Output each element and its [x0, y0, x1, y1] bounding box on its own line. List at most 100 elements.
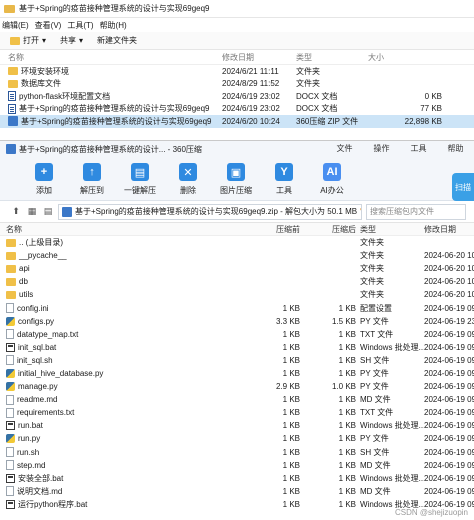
add-icon: + — [35, 163, 53, 181]
entry-name-text: __pycache__ — [19, 251, 67, 261]
archive-row[interactable]: .. (上级目录) 文件夹 — [0, 236, 474, 249]
entry-type: PY 文件 — [360, 434, 389, 444]
archive-row[interactable]: utils 文件夹 2024-06-20 10:24 — [0, 288, 474, 301]
archive-row[interactable]: config.ini 1 KB 1 KB 配置设置 2024-06-19 09:35 — [0, 301, 474, 314]
entry-name: init_sql.bat — [6, 342, 248, 352]
file-icon — [6, 303, 14, 314]
open-button[interactable]: 打开 ▾ — [10, 35, 46, 46]
ai-office-button[interactable]: AI AI办公 — [308, 157, 356, 196]
entry-name: step.md — [6, 460, 248, 471]
share-button[interactable]: 共享 ▾ — [60, 35, 83, 46]
bat-icon — [6, 473, 15, 483]
column-size[interactable]: 大小 — [368, 52, 448, 63]
entry-name: .. (上级目录) — [6, 237, 248, 248]
zip-app-icon — [6, 144, 16, 154]
one-click-extract-button[interactable]: ▤ 一键解压 — [116, 157, 164, 196]
column-name[interactable]: 名称 — [8, 52, 222, 63]
entry-name: initial_hive_database.py — [6, 368, 248, 378]
entry-name: configs.py — [6, 316, 248, 326]
tools-button[interactable]: Y 工具 — [260, 157, 308, 196]
view-list-icon[interactable]: ▤ — [42, 206, 54, 218]
explorer-row[interactable]: python-flask环境配置文档 2024/6/19 23:02 DOCX 文档… — [0, 90, 474, 103]
archive-row[interactable]: run.bat 1 KB 1 KB Windows 批处理... 2024-06-19 … — [0, 419, 474, 432]
entry-size-before: 1 KB — [282, 421, 300, 431]
archive-path-field[interactable]: 基于+Spring的疫苗接种管理系统的设计与实现69geq9.zip - 解包大… — [58, 203, 362, 220]
entry-type: 文件夹 — [360, 251, 384, 261]
entry-size-after: 1 KB — [338, 395, 356, 405]
column-size-after[interactable]: 压缩后 — [304, 224, 360, 235]
archive-row[interactable]: step.md 1 KB 1 KB MD 文件 2024-06-19 09:35 — [0, 459, 474, 472]
archive-row[interactable]: run.sh 1 KB 1 KB SH 文件 2024-06-19 09:35 — [0, 446, 474, 459]
entry-name: db — [6, 277, 248, 286]
entry-date: 2024-06-19 09:35 — [424, 473, 474, 483]
column-modified[interactable]: 修改日期 — [222, 52, 296, 63]
column-name[interactable]: 名称 — [6, 224, 248, 235]
folder-icon — [6, 251, 16, 260]
archive-row[interactable]: requirements.txt 1 KB 1 KB TXT 文件 2024-06-19… — [0, 406, 474, 419]
archive-row[interactable]: 安装全部.bat 1 KB 1 KB Windows 批处理... 2024-06-19… — [0, 472, 474, 485]
entry-name: api — [6, 264, 248, 273]
archive-row[interactable]: api 文件夹 2024-06-20 10:24 — [0, 262, 474, 275]
entry-type: PY 文件 — [360, 316, 389, 326]
zip-column-headers: 名称 压缩前 压缩后 类型 修改日期 — [0, 223, 474, 236]
archive-row[interactable]: init_sql.sh 1 KB 1 KB SH 文件 2024-06-19 09:35 — [0, 354, 474, 367]
archive-row[interactable]: readme.md 1 KB 1 KB MD 文件 2024-06-19 09:35 — [0, 393, 474, 406]
add-button[interactable]: + 添加 — [20, 157, 68, 196]
file-date: 2024/6/21 11:11 — [222, 66, 279, 76]
column-date[interactable]: 修改日期 — [424, 224, 474, 235]
explorer-row[interactable]: 基于+Spring的疫苗接种管理系统的设计与实现69geq9 2024/6/19 … — [0, 103, 474, 116]
chevron-down-icon[interactable]: V — [360, 207, 361, 217]
explorer-row[interactable]: 环境安装环境 2024/6/21 11:11 文件夹 — [0, 65, 474, 78]
entry-name: init_sql.sh — [6, 355, 248, 366]
extract-to-button[interactable]: ↑ 解压到 — [68, 157, 116, 196]
menu-edit[interactable]: 编辑(E) — [2, 20, 29, 31]
explorer-row[interactable]: 基于+Spring的疫苗接种管理系统的设计与实现69geq9 2024/6/20 … — [0, 115, 474, 128]
column-type[interactable]: 类型 — [296, 52, 368, 63]
entry-date: 2024-06-20 10:24 — [424, 264, 474, 274]
entry-size-after: 1 KB — [338, 460, 356, 470]
archive-search-input[interactable]: 搜索压缩包内文件 — [366, 203, 466, 220]
bat-icon — [6, 342, 15, 352]
archive-row[interactable]: run.py 1 KB 1 KB PY 文件 2024-06-19 09:35 — [0, 432, 474, 445]
zip-menubar: 文件 操作 工具 帮助 — [326, 141, 474, 157]
folder-icon — [8, 79, 18, 88]
archive-row[interactable]: manage.py 2.9 KB 1.0 KB PY 文件 2024-06-19 09:… — [0, 380, 474, 393]
column-type[interactable]: 类型 — [360, 224, 424, 235]
menu-tools[interactable]: 工具 — [400, 141, 437, 157]
menu-file[interactable]: 文件 — [326, 141, 363, 157]
entry-size-before: 1 KB — [282, 434, 300, 444]
file-size: 0 KB — [424, 91, 442, 101]
open-icon — [10, 36, 20, 45]
file-date: 2024/6/20 10:24 — [222, 116, 280, 126]
entry-name-text: utils — [19, 290, 34, 300]
archive-row[interactable]: init_sql.bat 1 KB 1 KB Windows 批处理... 2024-0… — [0, 341, 474, 354]
file-name-text: 基于+Spring的疫苗接种管理系统的设计与实现69geq9 — [19, 104, 210, 114]
entry-type: Windows 批处理... — [360, 421, 424, 431]
menu-view[interactable]: 查看(V) — [35, 20, 62, 31]
column-size-before[interactable]: 压缩前 — [248, 224, 304, 235]
scan-button[interactable]: 扫描 — [452, 173, 474, 201]
view-grid-icon[interactable]: ▦ — [26, 206, 38, 218]
back-icon[interactable]: ⬆ — [10, 206, 22, 218]
entry-name: datatype_map.txt — [6, 329, 248, 340]
file-date: 2024/8/29 11:52 — [222, 79, 280, 89]
archive-row[interactable]: datatype_map.txt 1 KB 1 KB TXT 文件 2024-06-19… — [0, 328, 474, 341]
archive-row[interactable]: db 文件夹 2024-06-20 10:24 — [0, 275, 474, 288]
new-folder-button[interactable]: 新建文件夹 — [97, 35, 137, 46]
entry-name: 安装全部.bat — [6, 473, 248, 484]
menu-help[interactable]: 帮助 — [437, 141, 474, 157]
image-compress-button[interactable]: ▣ 图片压缩 — [212, 157, 260, 196]
archive-row[interactable]: __pycache__ 文件夹 2024-06-20 10:24 — [0, 249, 474, 262]
archive-row[interactable]: initial_hive_database.py 1 KB 1 KB PY 文件 202… — [0, 367, 474, 380]
entry-date: 2024-06-20 10:24 — [424, 251, 474, 261]
archive-row[interactable]: configs.py 3.3 KB 1.5 KB PY 文件 2024-06-19 23… — [0, 315, 474, 328]
menu-tools[interactable]: 工具(T) — [67, 20, 93, 31]
menu-help[interactable]: 帮助(H) — [100, 20, 127, 31]
archive-row[interactable]: 说明文档.md 1 KB 1 KB MD 文件 2024-06-19 09:35 — [0, 485, 474, 498]
entry-date: 2024-06-19 09:35 — [424, 382, 474, 392]
delete-button[interactable]: ✕ 删除 — [164, 157, 212, 196]
entry-size-before: 1 KB — [282, 408, 300, 418]
explorer-row[interactable]: 数据库文件 2024/8/29 11:52 文件夹 — [0, 78, 474, 91]
menu-operate[interactable]: 操作 — [363, 141, 400, 157]
search-placeholder: 搜索压缩包内文件 — [370, 207, 434, 216]
